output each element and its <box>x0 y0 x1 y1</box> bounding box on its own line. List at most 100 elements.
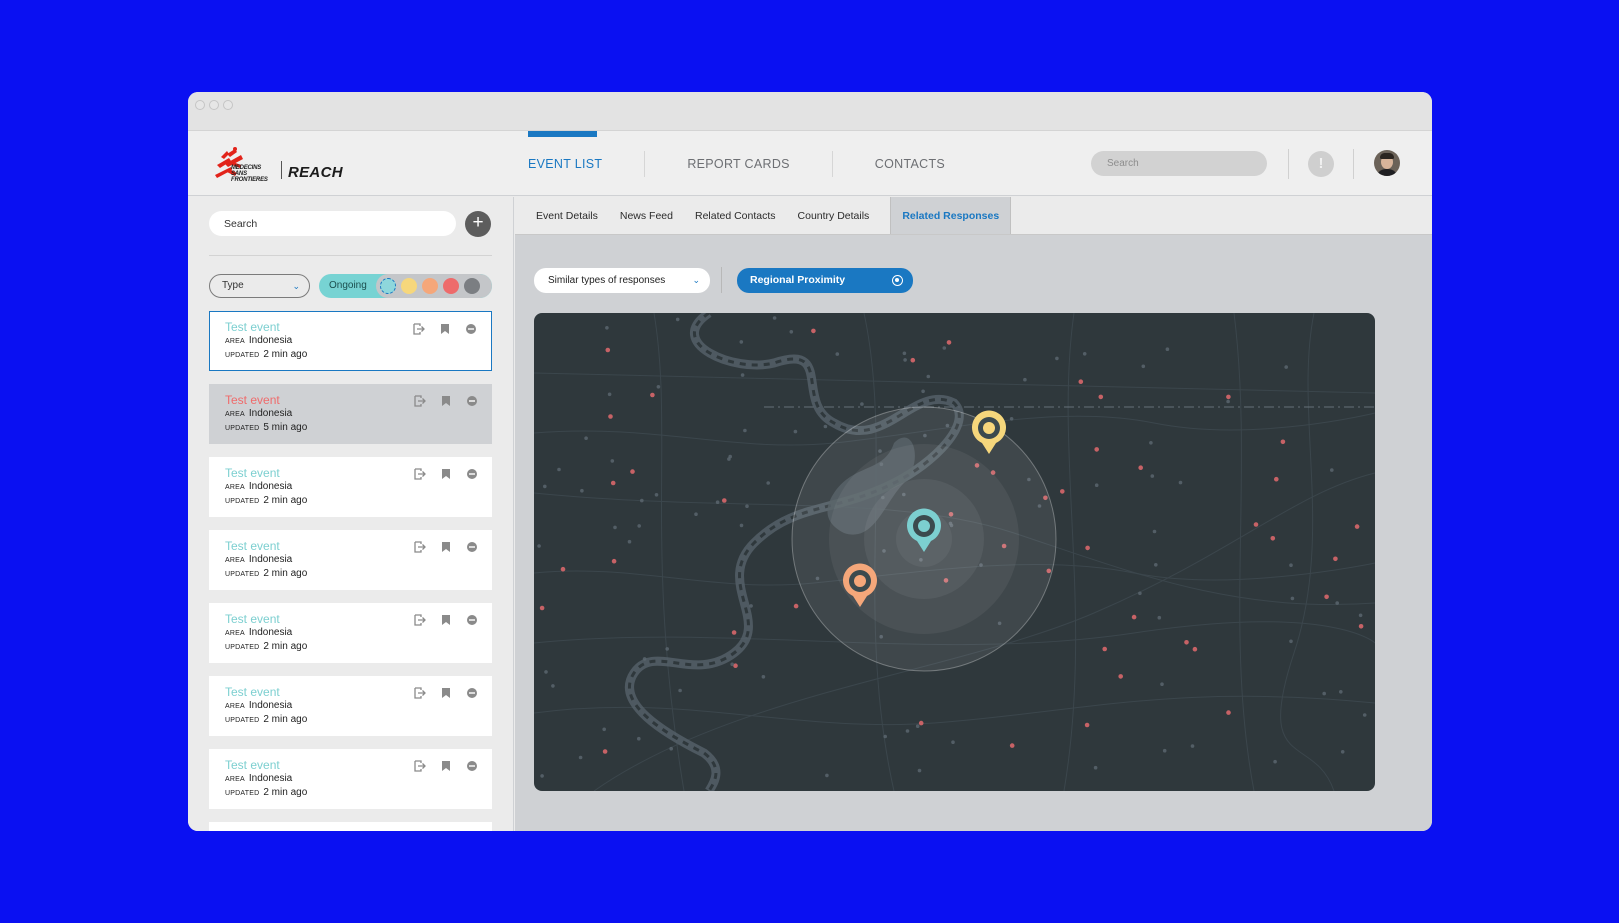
bookmark-icon[interactable] <box>440 394 456 406</box>
maximize-window-button[interactable] <box>223 100 233 110</box>
map-dot <box>1094 483 1099 487</box>
open-event-icon[interactable] <box>414 394 430 407</box>
map-dot <box>1078 379 1084 384</box>
logo-subtext: MEDECINS SANS FRONTIERES <box>231 165 268 183</box>
map-dot <box>903 358 907 362</box>
remove-event-icon[interactable] <box>466 686 482 698</box>
nav-report-cards[interactable]: REPORT CARDS <box>645 131 831 196</box>
map-dot <box>1190 744 1195 748</box>
event-search-input[interactable] <box>209 211 456 236</box>
open-event-icon[interactable] <box>414 467 430 480</box>
event-area-row: AREA Indonesia <box>225 407 492 421</box>
severity-chip-orange[interactable] <box>422 278 438 294</box>
event-updated: 2 min ago <box>263 641 308 652</box>
map-dot <box>602 727 606 732</box>
event-updated: 2 min ago <box>263 568 308 579</box>
area-key: AREA <box>225 411 245 418</box>
tab-related-contacts[interactable]: Related Contacts <box>684 197 787 234</box>
map-dot <box>1333 556 1338 562</box>
map-dot <box>1358 624 1364 629</box>
bookmark-icon[interactable] <box>440 759 456 771</box>
open-event-icon[interactable] <box>414 759 430 772</box>
close-window-button[interactable] <box>195 100 205 110</box>
remove-event-icon[interactable] <box>466 394 482 406</box>
tab-related-responses[interactable]: Related Responses <box>890 197 1012 234</box>
remove-event-icon[interactable] <box>466 759 482 771</box>
add-event-button[interactable]: + <box>465 211 491 237</box>
tab-country-details[interactable]: Country Details <box>787 197 881 234</box>
map-dot <box>605 326 609 330</box>
severity-chip-grey[interactable] <box>464 278 480 294</box>
area-key: AREA <box>225 484 245 491</box>
event-updated-row: UPDATED 5 min ago <box>225 421 492 435</box>
area-key: AREA <box>225 703 245 710</box>
ongoing-filter-label[interactable]: Ongoing <box>329 274 367 298</box>
map-dot <box>1290 596 1295 601</box>
nav-event-list[interactable]: EVENT LIST <box>528 131 644 196</box>
event-updated: 2 min ago <box>263 495 308 506</box>
remove-event-icon[interactable] <box>465 322 481 334</box>
map-dot <box>1094 447 1099 452</box>
event-card[interactable]: Test event AREA Indonesia UPDATED 5 min ago <box>209 384 492 444</box>
severity-chip-teal[interactable] <box>380 278 396 294</box>
event-card[interactable]: Test event AREA Indonesia UPDATED 2 min ago <box>209 530 492 590</box>
regional-proximity-toggle[interactable]: Regional Proximity <box>737 268 913 293</box>
event-actions <box>414 467 482 480</box>
event-card[interactable]: Test event AREA Indonesia UPDATED 2 min ago <box>209 676 492 736</box>
bookmark-icon[interactable] <box>439 322 455 334</box>
map-dot <box>1335 601 1339 605</box>
map-dot <box>1138 591 1142 596</box>
open-event-icon[interactable] <box>413 322 429 335</box>
response-map[interactable] <box>534 313 1375 791</box>
map-dot <box>580 488 584 493</box>
bookmark-icon[interactable] <box>440 540 456 552</box>
open-event-icon[interactable] <box>414 686 430 699</box>
remove-event-icon[interactable] <box>466 613 482 625</box>
map-dot <box>715 500 720 504</box>
event-card[interactable]: Test event AREA Indonesia UPDATED 2 min ago <box>209 603 492 663</box>
map-dot <box>918 720 924 726</box>
event-card[interactable]: Test event AREA Indonesia UPDATED 2 min ago <box>209 457 492 517</box>
event-updated-row: UPDATED 2 min ago <box>225 494 492 508</box>
user-avatar[interactable] <box>1374 150 1400 176</box>
status-filter-bar[interactable]: Ongoing <box>319 274 492 298</box>
map-dot <box>1093 765 1098 770</box>
nav-contacts-label: CONTACTS <box>874 156 946 171</box>
severity-chip-yellow[interactable] <box>401 278 417 294</box>
bookmark-icon[interactable] <box>440 686 456 698</box>
event-actions <box>414 686 482 699</box>
msf-reach-logo[interactable]: MEDECINS SANS FRONTIERES REACH <box>213 145 343 183</box>
similar-responses-select[interactable]: Similar types of responses ⌄ <box>534 268 710 293</box>
tab-event-details[interactable]: Event Details <box>525 197 609 234</box>
map-dot <box>1354 524 1360 529</box>
alert-icon[interactable]: ! <box>1308 151 1334 177</box>
regional-proximity-label: Regional Proximity <box>750 274 846 286</box>
event-area: Indonesia <box>248 408 293 419</box>
remove-event-icon[interactable] <box>466 540 482 552</box>
open-event-icon[interactable] <box>414 613 430 626</box>
event-area: Indonesia <box>248 700 293 711</box>
area-key: AREA <box>225 338 245 345</box>
map-dot <box>654 493 659 497</box>
map-dot <box>610 459 615 463</box>
map-dot <box>1102 646 1107 652</box>
bookmark-icon[interactable] <box>440 467 456 479</box>
event-card[interactable]: Test event AREA Indonesia UPDATED 2 min ago <box>209 749 492 809</box>
severity-chip-red[interactable] <box>443 278 459 294</box>
map-dot <box>739 523 744 528</box>
bookmark-icon[interactable] <box>440 613 456 625</box>
updated-key: UPDATED <box>225 425 260 432</box>
global-search-input[interactable] <box>1091 151 1267 176</box>
event-card[interactable] <box>209 822 492 831</box>
tab-news-feed[interactable]: News Feed <box>609 197 684 234</box>
open-event-icon[interactable] <box>414 540 430 553</box>
nav-contacts[interactable]: CONTACTS <box>833 131 945 196</box>
event-card[interactable]: Test event AREA Indonesia UPDATED 2 min ago <box>209 311 492 371</box>
map-dot <box>1150 474 1155 478</box>
remove-event-icon[interactable] <box>466 467 482 479</box>
minimize-window-button[interactable] <box>209 100 219 110</box>
type-filter-select[interactable]: Type ⌄ <box>209 274 310 298</box>
main-nav: EVENT LIST REPORT CARDS CONTACTS <box>528 131 945 196</box>
map-dot <box>1270 536 1276 541</box>
map-dot <box>665 647 669 651</box>
